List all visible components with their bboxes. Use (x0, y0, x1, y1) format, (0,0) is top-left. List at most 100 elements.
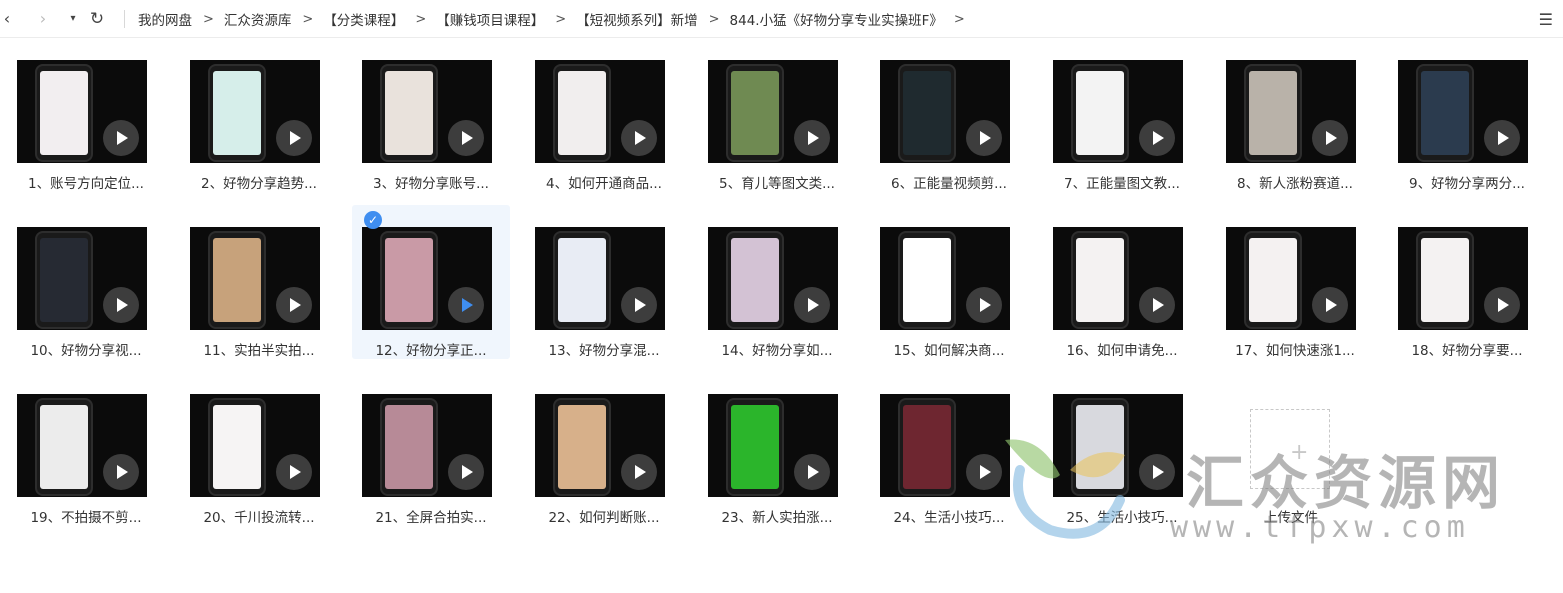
video-file-item[interactable]: 4、如何开通商品... (525, 38, 683, 192)
video-thumbnail[interactable] (362, 227, 492, 330)
file-name[interactable]: 19、不拍摄不剪... (7, 506, 165, 526)
video-thumbnail[interactable] (1226, 227, 1356, 330)
play-icon[interactable] (794, 287, 830, 323)
play-icon[interactable] (794, 120, 830, 156)
play-icon[interactable] (1312, 120, 1348, 156)
video-thumbnail[interactable] (535, 60, 665, 163)
play-icon[interactable] (1139, 454, 1175, 490)
breadcrumb-item[interactable]: 【赚钱项目课程】 (436, 9, 544, 29)
video-thumbnail[interactable] (708, 227, 838, 330)
file-name[interactable]: 11、实拍半实拍... (180, 339, 338, 359)
history-dropdown-icon[interactable]: ▾ (68, 0, 78, 38)
video-file-item[interactable]: 1、账号方向定位... (7, 38, 165, 192)
video-thumbnail[interactable] (17, 227, 147, 330)
play-icon[interactable] (794, 454, 830, 490)
file-name[interactable]: 7、正能量图文教... (1043, 172, 1201, 192)
video-file-item[interactable]: 10、好物分享视... (7, 205, 165, 359)
file-name[interactable]: 17、如何快速涨1... (1216, 339, 1374, 359)
play-icon[interactable] (621, 287, 657, 323)
file-name[interactable]: 6、正能量视频剪... (870, 172, 1028, 192)
play-icon[interactable] (448, 120, 484, 156)
breadcrumb-item[interactable]: 844.小猛《好物分享专业实操班F》 (730, 9, 943, 29)
file-name[interactable]: 16、如何申请免... (1043, 339, 1201, 359)
play-icon[interactable] (1139, 287, 1175, 323)
video-thumbnail[interactable] (1226, 60, 1356, 163)
video-file-item[interactable]: 7、正能量图文教... (1043, 38, 1201, 192)
file-name[interactable]: 2、好物分享趋势... (180, 172, 338, 192)
file-name[interactable]: 18、好物分享要... (1388, 339, 1546, 359)
refresh-icon[interactable]: ↻ (88, 0, 106, 38)
play-icon[interactable] (1484, 120, 1520, 156)
play-icon[interactable] (276, 454, 312, 490)
play-icon[interactable] (276, 287, 312, 323)
video-file-item[interactable]: 23、新人实拍涨... (698, 372, 856, 526)
video-thumbnail[interactable] (1053, 227, 1183, 330)
play-icon[interactable] (103, 287, 139, 323)
file-name[interactable]: 10、好物分享视... (7, 339, 165, 359)
video-thumbnail[interactable] (535, 227, 665, 330)
file-name[interactable]: 5、育儿等图文类... (698, 172, 856, 192)
video-file-item[interactable]: 19、不拍摄不剪... (7, 372, 165, 526)
file-name[interactable]: 22、如何判断账... (525, 506, 683, 526)
video-file-item[interactable]: 16、如何申请免... (1043, 205, 1201, 359)
play-icon[interactable] (1312, 287, 1348, 323)
video-file-item[interactable]: 11、实拍半实拍... (180, 205, 338, 359)
video-thumbnail[interactable] (535, 394, 665, 497)
file-name[interactable]: 12、好物分享正... (352, 339, 510, 359)
file-name[interactable]: 3、好物分享账号... (352, 172, 510, 192)
file-name[interactable]: 15、如何解决商... (870, 339, 1028, 359)
file-name[interactable]: 13、好物分享混... (525, 339, 683, 359)
play-icon[interactable] (966, 120, 1002, 156)
video-file-item[interactable]: 5、育儿等图文类... (698, 38, 856, 192)
video-file-item[interactable]: 21、全屏合拍实... (352, 372, 510, 526)
play-icon[interactable] (103, 454, 139, 490)
file-name[interactable]: 4、如何开通商品... (525, 172, 683, 192)
video-thumbnail[interactable] (17, 60, 147, 163)
file-name[interactable]: 23、新人实拍涨... (698, 506, 856, 526)
play-icon[interactable] (448, 454, 484, 490)
video-file-item[interactable]: 15、如何解决商... (870, 205, 1028, 359)
video-thumbnail[interactable] (880, 227, 1010, 330)
video-file-item[interactable]: 13、好物分享混... (525, 205, 683, 359)
play-icon[interactable] (966, 454, 1002, 490)
back-icon[interactable]: ‹ (0, 0, 14, 38)
video-thumbnail[interactable] (362, 60, 492, 163)
breadcrumb-item[interactable]: 汇众资源库 (224, 9, 292, 29)
video-file-item[interactable]: ✓ 12、好物分享正... (352, 205, 510, 359)
video-thumbnail[interactable] (1053, 60, 1183, 163)
video-thumbnail[interactable] (190, 394, 320, 497)
video-file-item[interactable]: 9、好物分享两分... (1388, 38, 1546, 192)
video-thumbnail[interactable] (880, 60, 1010, 163)
video-file-item[interactable]: 14、好物分享如... (698, 205, 856, 359)
file-name[interactable]: 8、新人涨粉赛道... (1216, 172, 1374, 192)
video-thumbnail[interactable] (1398, 60, 1528, 163)
play-icon[interactable] (276, 120, 312, 156)
video-file-item[interactable]: 2、好物分享趋势... (180, 38, 338, 192)
video-file-item[interactable]: 22、如何判断账... (525, 372, 683, 526)
file-name[interactable]: 21、全屏合拍实... (352, 506, 510, 526)
play-icon[interactable] (621, 120, 657, 156)
breadcrumb-item[interactable]: 【短视频系列】新增 (576, 9, 698, 29)
video-thumbnail[interactable] (708, 60, 838, 163)
video-file-item[interactable]: 18、好物分享要... (1388, 205, 1546, 359)
video-thumbnail[interactable] (1398, 227, 1528, 330)
breadcrumb-item[interactable]: 我的网盘 (138, 9, 192, 29)
forward-icon[interactable]: › (36, 0, 50, 38)
video-file-item[interactable]: 3、好物分享账号... (352, 38, 510, 192)
file-name[interactable]: 1、账号方向定位... (7, 172, 165, 192)
breadcrumb-item[interactable]: 【分类课程】 (323, 9, 404, 29)
video-file-item[interactable]: 17、如何快速涨1... (1216, 205, 1374, 359)
play-icon[interactable] (1139, 120, 1175, 156)
file-name[interactable]: 9、好物分享两分... (1388, 172, 1546, 192)
video-thumbnail[interactable] (190, 60, 320, 163)
play-icon[interactable] (448, 287, 484, 323)
video-thumbnail[interactable] (362, 394, 492, 497)
file-name[interactable]: 20、千川投流转... (180, 506, 338, 526)
file-name[interactable]: 14、好物分享如... (698, 339, 856, 359)
play-icon[interactable] (1484, 287, 1520, 323)
video-file-item[interactable]: 8、新人涨粉赛道... (1216, 38, 1374, 192)
video-thumbnail[interactable] (190, 227, 320, 330)
list-view-icon[interactable]: ☰ (1539, 0, 1553, 38)
play-icon[interactable] (966, 287, 1002, 323)
play-icon[interactable] (103, 120, 139, 156)
